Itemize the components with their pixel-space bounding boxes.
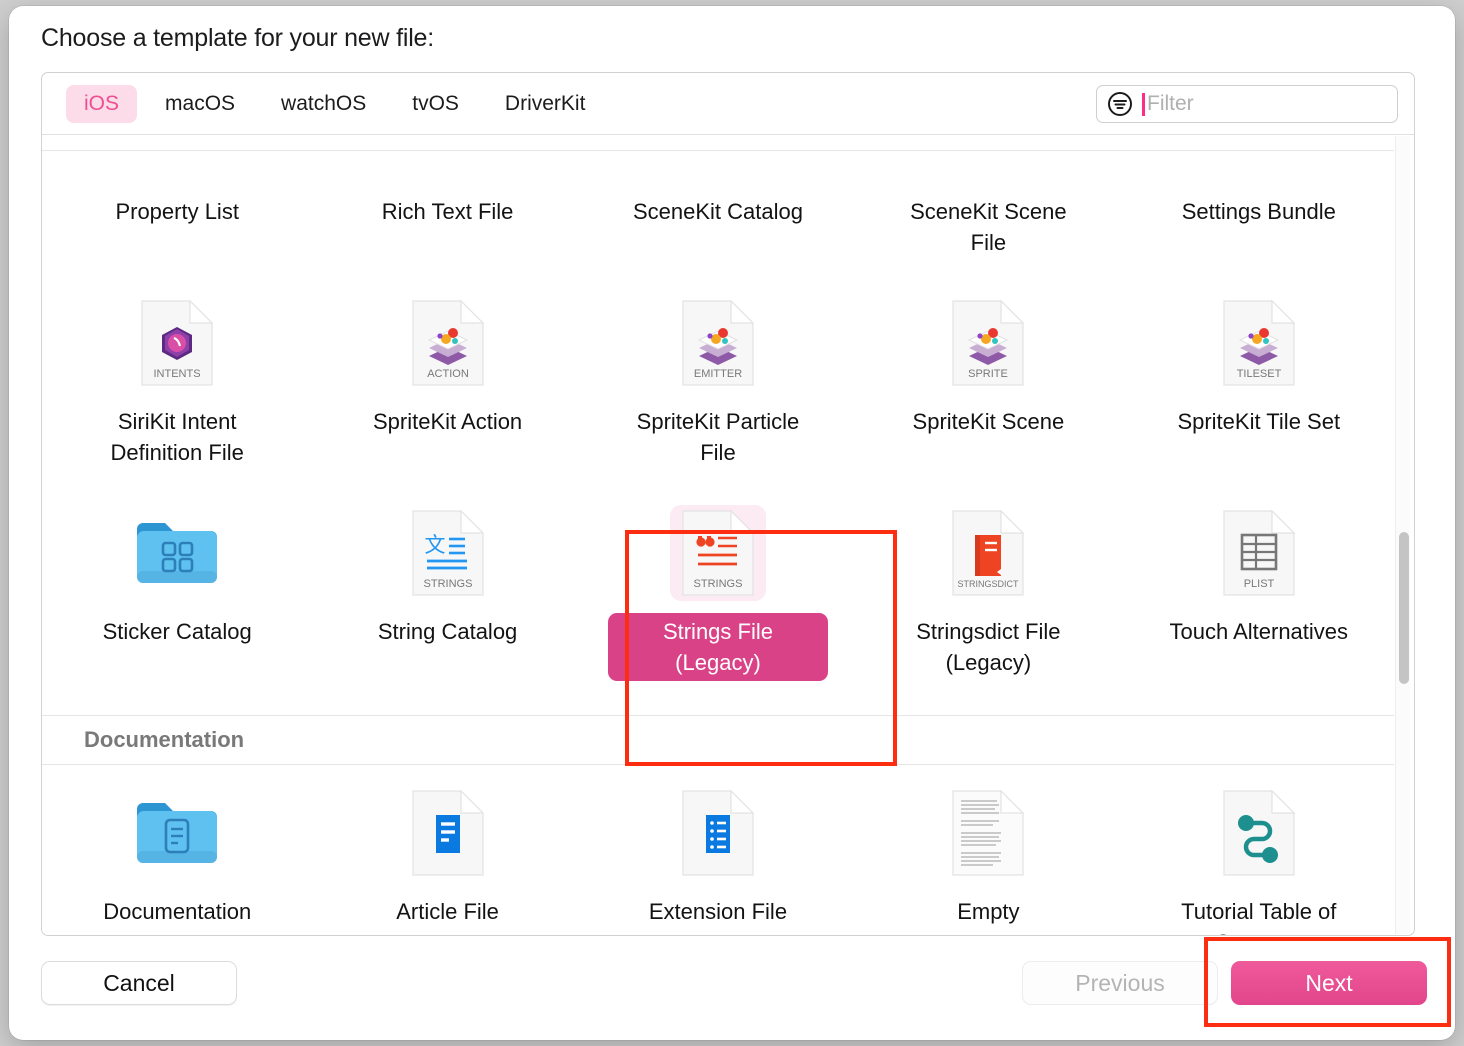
template-label: SceneKit Catalog xyxy=(632,199,803,224)
template-label: Rich Text File xyxy=(381,199,514,224)
template-cell[interactable]: ACTION SpriteKit Action xyxy=(312,283,582,471)
tutorial-toc-document-icon xyxy=(1211,785,1307,881)
template-cell[interactable]: PLIST Touch Alternatives xyxy=(1124,493,1394,681)
platform-tab-bar: iOS macOS watchOS tvOS DriverKit Filter xyxy=(42,73,1414,135)
template-cell[interactable]: SceneKit Catalog xyxy=(583,135,853,261)
template-label: Stringsdict File (Legacy) xyxy=(916,619,1061,675)
intents-document-icon: INTENTS xyxy=(129,295,225,391)
plist-table-document-icon: PLIST xyxy=(1211,505,1307,601)
svg-text:PLIST: PLIST xyxy=(1243,578,1274,590)
empty-text-document-icon xyxy=(940,785,1036,881)
template-row: INTENTS SiriKit Intent Definition File A… xyxy=(42,283,1394,471)
template-label: Property List xyxy=(115,199,239,224)
scrollbar-thumb[interactable] xyxy=(1399,532,1409,684)
spritekit-tileset-icon: TILESET xyxy=(1211,295,1307,391)
template-row: Sticker Catalog 文 STRINGS String Catalog… xyxy=(42,493,1394,681)
template-cell[interactable]: TILESET SpriteKit Tile Set xyxy=(1124,283,1394,471)
tab-macos[interactable]: macOS xyxy=(147,85,253,123)
template-label: Extension File xyxy=(648,899,788,924)
template-cell[interactable]: SPRITE SpriteKit Scene xyxy=(853,283,1123,471)
template-label: Tutorial Table of Contents xyxy=(1181,899,1337,935)
svg-text:EMITTER: EMITTER xyxy=(694,368,742,380)
template-label: SpriteKit Scene xyxy=(912,409,1065,434)
tab-driverkit[interactable]: DriverKit xyxy=(487,85,604,123)
template-row: Documentation Article File Extension Fil… xyxy=(42,765,1394,935)
filter-placeholder: Filter xyxy=(1147,92,1194,115)
cancel-button[interactable]: Cancel xyxy=(41,961,237,1005)
template-cell[interactable]: SceneKit Scene File xyxy=(853,135,1123,261)
template-cell[interactable]: STRINGSDICT Stringsdict File (Legacy) xyxy=(853,493,1123,681)
documentation-folder-icon xyxy=(129,785,225,881)
vertical-scrollbar[interactable] xyxy=(1395,136,1410,934)
tab-ios[interactable]: iOS xyxy=(66,84,138,123)
template-cell[interactable]: Empty xyxy=(853,773,1123,935)
template-label: Settings Bundle xyxy=(1181,199,1336,224)
tab-tvos[interactable]: tvOS xyxy=(394,85,477,123)
text-cursor xyxy=(1142,92,1145,116)
filter-input[interactable]: Filter xyxy=(1096,85,1398,123)
svg-text:TILESET: TILESET xyxy=(1236,368,1281,380)
template-cell[interactable]: EMITTER SpriteKit Particle File xyxy=(583,283,853,471)
section-header-documentation: Documentation xyxy=(42,715,1394,765)
template-cell[interactable]: Article File xyxy=(312,773,582,935)
template-label: Touch Alternatives xyxy=(1169,619,1349,644)
svg-text:SPRITE: SPRITE xyxy=(968,368,1008,380)
template-label: Strings File (Legacy) xyxy=(607,613,828,681)
svg-text:ACTION: ACTION xyxy=(427,368,469,380)
string-catalog-document-icon: 文 STRINGS xyxy=(400,505,496,601)
template-chooser-panel: iOS macOS watchOS tvOS DriverKit Filter xyxy=(41,72,1415,936)
template-cell[interactable]: Extension File xyxy=(583,773,853,935)
template-label: Sticker Catalog xyxy=(102,619,252,644)
spritekit-sprite-icon: SPRITE xyxy=(940,295,1036,391)
template-label: SiriKit Intent Definition File xyxy=(110,409,244,465)
template-cell[interactable]: Rich Text File xyxy=(312,135,582,261)
next-button[interactable]: Next xyxy=(1231,961,1427,1005)
section-header-resource: Resource xyxy=(42,135,1394,151)
strings-file-legacy-cell[interactable]: STRINGS Strings File (Legacy) xyxy=(583,493,853,681)
page-title: Choose a template for your new file: xyxy=(41,24,435,52)
template-label: Article File xyxy=(396,899,499,924)
template-label: Documentation xyxy=(103,899,252,924)
spritekit-emitter-icon: EMITTER xyxy=(670,295,766,391)
template-label: SceneKit Scene File xyxy=(910,199,1067,255)
svg-text:INTENTS: INTENTS xyxy=(154,368,201,380)
template-cell[interactable]: INTENTS SiriKit Intent Definition File xyxy=(42,283,312,471)
article-document-icon xyxy=(400,785,496,881)
sticker-catalog-folder-icon xyxy=(129,505,225,601)
template-label: SpriteKit Tile Set xyxy=(1177,409,1341,434)
svg-text:STRINGS: STRINGS xyxy=(694,578,743,590)
new-file-template-dialog: Choose a template for your new file: iOS… xyxy=(9,6,1455,1040)
template-cell[interactable]: Property List xyxy=(42,135,312,261)
strings-legacy-document-icon: STRINGS xyxy=(669,505,766,601)
template-cell[interactable]: Documentation xyxy=(42,773,312,935)
stringsdict-document-icon: STRINGSDICT xyxy=(940,505,1036,601)
svg-text:STRINGS: STRINGS xyxy=(423,578,472,590)
previous-button[interactable]: Previous xyxy=(1022,961,1218,1005)
template-row: Property List Rich Text File SceneKit Ca… xyxy=(42,135,1394,261)
template-label: String Catalog xyxy=(377,619,518,644)
svg-text:STRINGSDICT: STRINGSDICT xyxy=(958,579,1020,589)
template-label: Empty xyxy=(957,899,1020,924)
template-label: SpriteKit Action xyxy=(372,409,523,434)
spritekit-action-icon: ACTION xyxy=(400,295,496,391)
filter-lines-circle-icon[interactable] xyxy=(1107,91,1133,117)
extension-document-icon xyxy=(670,785,766,881)
tab-watchos[interactable]: watchOS xyxy=(263,85,384,123)
template-cell[interactable]: 文 STRINGS String Catalog xyxy=(312,493,582,681)
svg-text:文: 文 xyxy=(424,533,445,557)
template-cell[interactable]: Settings Bundle xyxy=(1124,135,1394,261)
template-cell[interactable]: Sticker Catalog xyxy=(42,493,312,681)
template-cell[interactable]: Tutorial Table of Contents xyxy=(1124,773,1394,935)
template-grid-scroll-area[interactable]: Resource Property List Rich Text File Sc… xyxy=(42,135,1414,935)
template-label: SpriteKit Particle File xyxy=(636,409,800,465)
